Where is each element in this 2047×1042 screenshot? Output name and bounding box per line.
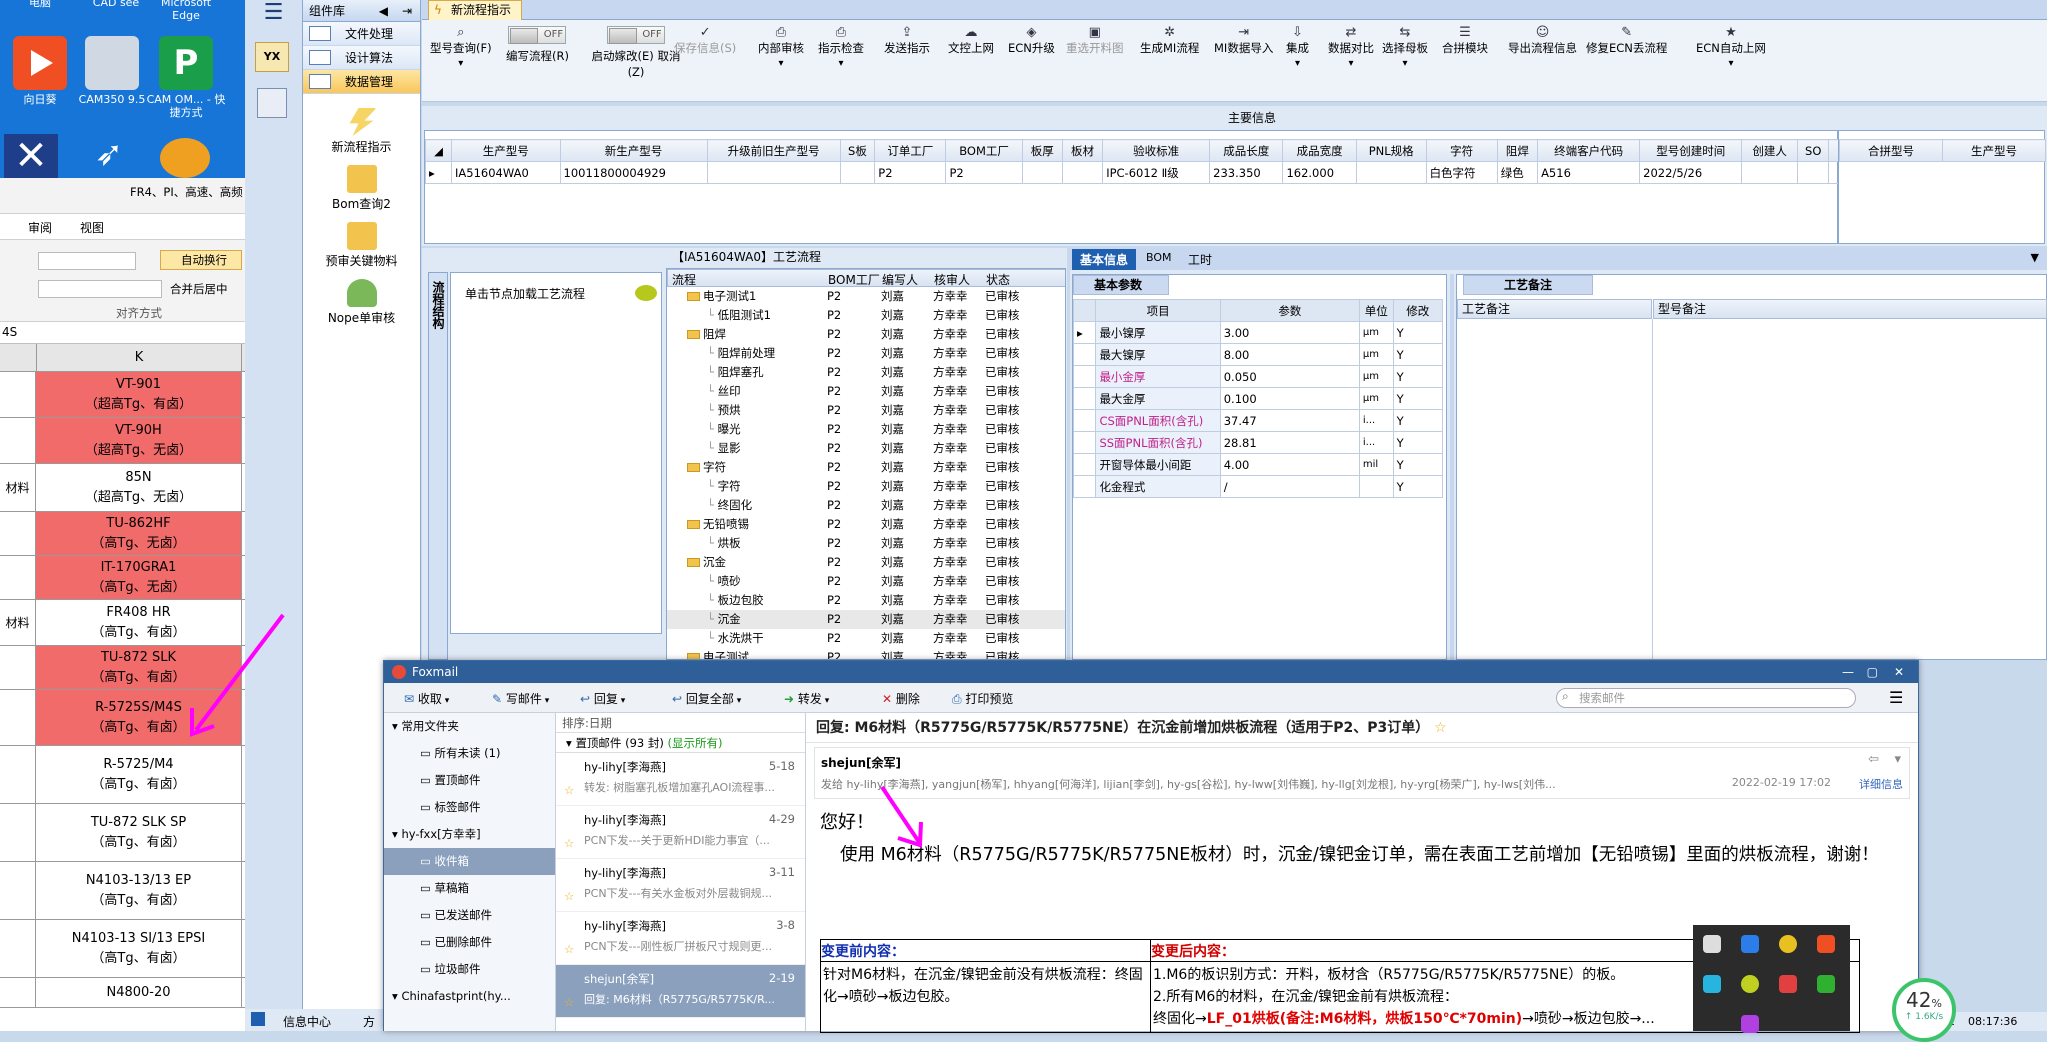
annotation-arrows — [190, 613, 923, 848]
arrow-mail — [880, 785, 923, 848]
arrow-excel — [190, 613, 285, 737]
